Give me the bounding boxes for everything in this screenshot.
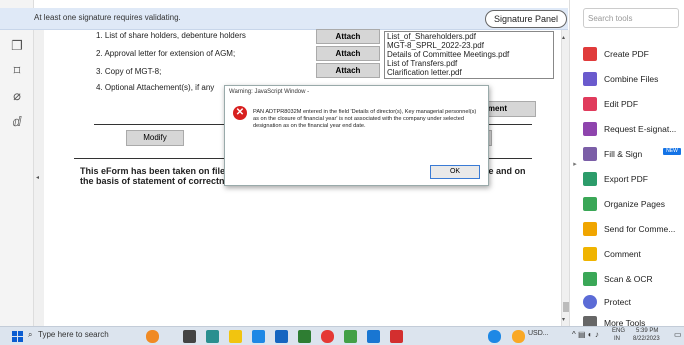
attach-button-1[interactable]: Attach <box>316 29 380 44</box>
sheets-icon[interactable] <box>298 330 311 343</box>
windows-start-icon[interactable] <box>12 331 23 342</box>
export-pdf-icon <box>583 172 597 186</box>
notification-center-icon[interactable]: ▭ <box>674 330 682 339</box>
region-indicator[interactable]: IN <box>614 336 620 342</box>
doc-item-2: 2. Approval letter for extension of AGM; <box>96 49 236 58</box>
tool-organize-pages[interactable]: Organize Pages <box>583 196 683 214</box>
helper-app-icon[interactable] <box>488 330 501 343</box>
doc-item-4: 4. Optional Attachement(s), if any <box>96 83 215 92</box>
tool-label: Fill & Sign <box>604 149 643 159</box>
scan-ocr-icon <box>583 272 597 286</box>
eform-footer-line1-end: de and on <box>483 166 526 176</box>
edit-pdf-icon <box>583 97 597 111</box>
file-name: List of Transfers.pdf <box>387 59 458 68</box>
dialog-message: PAN ADTPR8032M entered in the field 'Det… <box>253 109 477 129</box>
left-scroll-gutter[interactable]: ◂ <box>34 30 44 326</box>
tool-label: Export PDF <box>604 174 648 184</box>
zoom-icon[interactable] <box>275 330 288 343</box>
more-tools-icon <box>583 316 597 326</box>
attached-files-list: List_of_Shareholders.pdf MGT-8_SPRL_2022… <box>384 31 554 79</box>
scroll-up-arrow-icon[interactable]: ▴ <box>562 34 565 41</box>
acrobat-icon[interactable] <box>390 330 403 343</box>
search-icon: ⌕ <box>28 330 33 339</box>
bookmark-icon[interactable]: ⌑ <box>9 63 25 79</box>
modify-button[interactable]: Modify <box>126 130 184 146</box>
dialog-title: Warning: JavaScript Window - <box>229 89 310 95</box>
javascript-warning-dialog: Warning: JavaScript Window - ✕ PAN ADTPR… <box>224 85 489 186</box>
attach-button-3[interactable]: Attach <box>316 63 380 78</box>
signature-panel-icon[interactable]: ⅆ <box>9 114 25 130</box>
tool-fill-sign[interactable]: Fill & Sign <box>583 146 683 164</box>
file-name: Clarification letter.pdf <box>387 68 462 77</box>
tool-more-tools[interactable]: More Tools <box>583 315 683 326</box>
vertical-scrollbar[interactable]: ▴ ▾ <box>561 30 569 326</box>
tool-label: Send for Comme... <box>604 224 676 234</box>
request-esign-icon <box>583 122 597 136</box>
doc-item-3: 3. Copy of MGT-8; <box>96 67 162 76</box>
tool-request-esign[interactable]: Request E-signat... <box>583 121 683 139</box>
windows-taskbar: ⌕ Type here to search USD... ^ ▤ ◐ ♪ ENG… <box>0 326 684 345</box>
tool-label: More Tools <box>604 318 646 326</box>
error-icon: ✕ <box>233 106 247 120</box>
tool-label: Organize Pages <box>604 199 665 209</box>
comment-icon <box>583 247 597 261</box>
tool-edit-pdf[interactable]: Edit PDF <box>583 96 683 114</box>
protect-icon <box>583 295 597 309</box>
tool-label: Create PDF <box>604 49 649 59</box>
notification-message: At least one signature requires validati… <box>34 13 181 22</box>
tool-label: Comment <box>604 249 641 259</box>
doc-item-1: 1. List of share holders, debenture hold… <box>96 31 246 40</box>
eform-footer-line2: the basis of statement of correctne <box>80 176 230 186</box>
tool-label: Request E-signat... <box>604 124 677 134</box>
combine-files-icon <box>583 72 597 86</box>
fill-sign-icon <box>583 147 597 161</box>
attach-button-2[interactable]: Attach <box>316 46 380 61</box>
organize-pages-icon <box>583 197 597 211</box>
tool-label: Protect <box>604 297 631 307</box>
currency-widget-icon[interactable] <box>512 330 525 343</box>
divider-line <box>488 124 532 125</box>
tool-scan-ocr[interactable]: Scan & OCR <box>583 271 683 289</box>
tool-label: Scan & OCR <box>604 274 653 284</box>
collapse-pane-icon[interactable]: ▸ <box>569 160 581 172</box>
search-tools-input[interactable]: Search tools <box>583 8 679 28</box>
tool-export-pdf[interactable]: Export PDF <box>583 171 683 189</box>
mail-icon[interactable] <box>252 330 265 343</box>
divider-line <box>94 124 224 125</box>
file-explorer-icon[interactable] <box>229 330 242 343</box>
pages-icon[interactable]: ❐ <box>9 38 25 54</box>
tool-comment[interactable]: Comment <box>583 246 683 264</box>
edge-icon[interactable] <box>206 330 219 343</box>
word-icon[interactable] <box>367 330 380 343</box>
send-comment-icon <box>583 222 597 236</box>
file-name: List_of_Shareholders.pdf <box>387 32 476 41</box>
excel-icon[interactable] <box>344 330 357 343</box>
task-view-icon[interactable] <box>183 330 196 343</box>
scroll-down-arrow-icon[interactable]: ▾ <box>562 316 565 323</box>
tool-combine-files[interactable]: Combine Files <box>583 71 683 89</box>
currency-widget[interactable]: USD... <box>528 330 549 337</box>
clock-time[interactable]: 5:39 PM <box>636 328 658 334</box>
tool-label: Combine Files <box>604 74 659 84</box>
ok-button[interactable]: OK <box>430 165 480 179</box>
tool-protect[interactable]: Protect <box>583 294 683 312</box>
left-tool-rail: ✍ ❐ ⌑ ⌀ ⅆ <box>0 0 34 326</box>
taskbar-search-input[interactable]: Type here to search <box>38 330 109 339</box>
tool-send-comment[interactable]: Send for Comme... <box>583 221 683 239</box>
tool-create-pdf[interactable]: Create PDF <box>583 46 683 64</box>
chrome-icon[interactable] <box>321 330 334 343</box>
tool-label: Edit PDF <box>604 99 639 109</box>
language-indicator[interactable]: ENG <box>612 328 625 334</box>
signature-panel-button[interactable]: Signature Panel <box>485 10 567 28</box>
eform-footer-line1: This eForm has been taken on file m <box>80 166 236 176</box>
clock-date[interactable]: 8/22/2023 <box>633 336 660 342</box>
file-name: Details of Committee Meetings.pdf <box>387 50 510 59</box>
weather-widget-icon[interactable] <box>146 330 159 343</box>
attachment-icon[interactable]: ⌀ <box>9 88 25 104</box>
create-pdf-icon <box>583 47 597 61</box>
file-name: MGT-8_SPRL_2022-23.pdf <box>387 41 484 50</box>
signature-notification-bar: At least one signature requires validati… <box>0 8 568 30</box>
system-tray-icons[interactable]: ^ ▤ ◐ ♪ <box>572 330 599 339</box>
scroll-left-arrow-icon[interactable]: ◂ <box>36 174 39 181</box>
